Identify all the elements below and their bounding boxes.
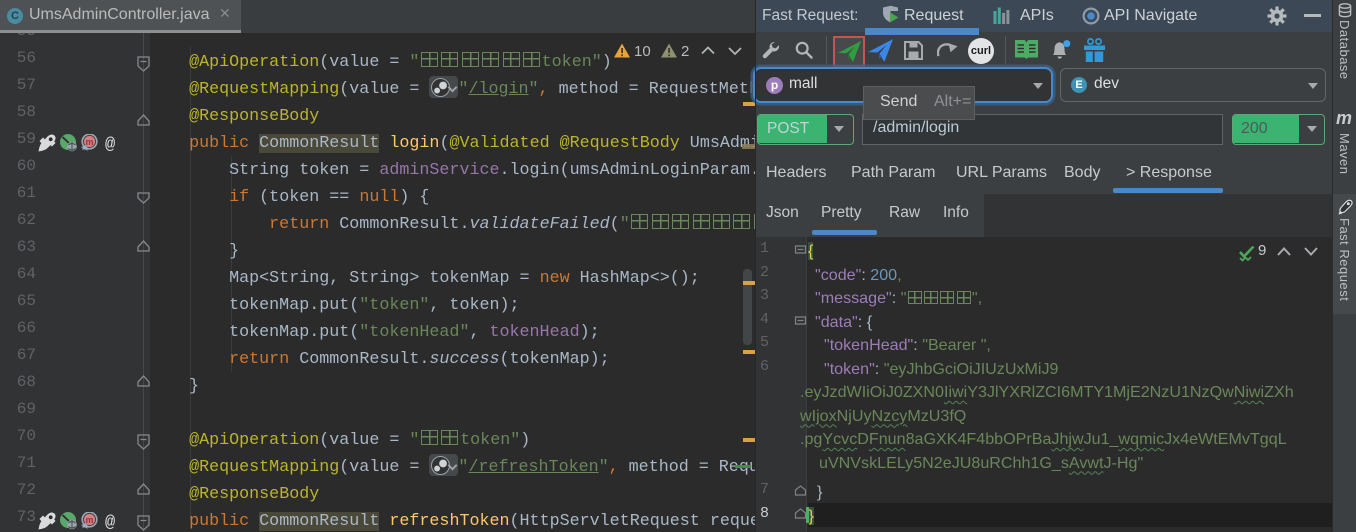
- svg-text:@: @: [105, 514, 115, 531]
- svg-text:2: 2: [681, 43, 689, 60]
- svg-text:m: m: [85, 137, 93, 147]
- svg-text:10: 10: [634, 43, 651, 60]
- svg-text:@: @: [105, 136, 115, 153]
- svg-text:m: m: [85, 515, 93, 525]
